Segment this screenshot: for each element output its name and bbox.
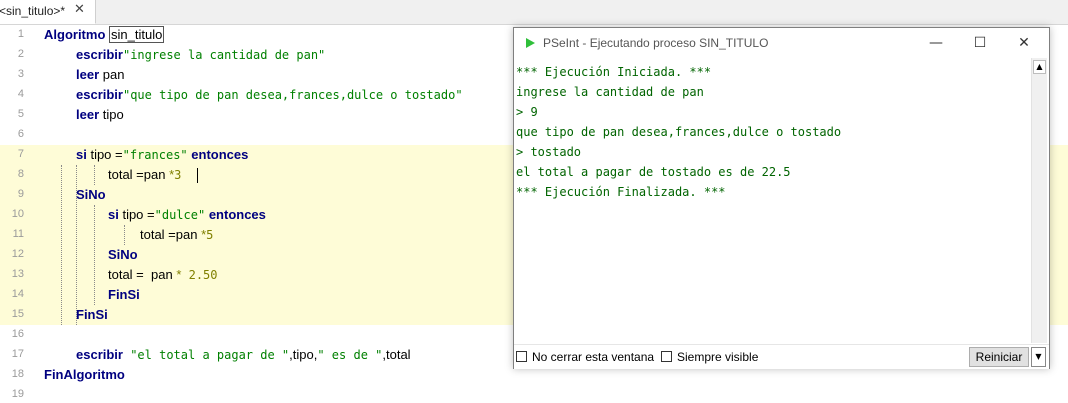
keyword: entonces [187, 147, 249, 162]
number-literal: 3 [174, 168, 182, 182]
keyword: escribir [76, 347, 123, 362]
identifier: tipo = [118, 207, 155, 222]
minimize-icon[interactable]: — [914, 31, 958, 55]
tab-sin-titulo[interactable]: <sin_titulo>* ✕ [0, 0, 96, 24]
identifier: tipo [99, 107, 124, 122]
keyword: Algoritmo [44, 27, 106, 42]
scroll-thumb[interactable] [1034, 75, 1045, 343]
string-literal: "el total a pagar de " [122, 348, 290, 362]
tab-close-icon[interactable]: ✕ [74, 2, 85, 17]
line-number: 19 [11, 388, 24, 400]
string-literal: "ingrese la cantidad de pan" [122, 48, 326, 62]
keyword: FinSi [76, 307, 108, 322]
number-literal: 5 [206, 228, 214, 242]
keyword: escribir [76, 87, 123, 102]
identifier: pan [99, 67, 125, 82]
keyword: SiNo [76, 187, 106, 202]
window-title: PSeInt - Ejecutando proceso SIN_TITULO [543, 36, 769, 50]
string-literal: "frances" [122, 148, 188, 162]
number-literal: 2.50 [181, 268, 218, 282]
keyword: SiNo [108, 247, 138, 262]
siempre-visible-checkbox[interactable] [661, 351, 672, 362]
no-cerrar-label: No cerrar esta ventana [532, 350, 655, 364]
line-number: 6 [17, 128, 24, 140]
line-number: 16 [11, 328, 24, 340]
reiniciar-button[interactable]: Reiniciar [969, 347, 1029, 367]
keyword: si [108, 207, 119, 222]
string-literal: "dulce" [154, 208, 206, 222]
identifier: total =pan [140, 227, 202, 242]
window-title-bar[interactable]: PSeInt - Ejecutando proceso SIN_TITULO —… [514, 28, 1049, 58]
tab-bar: <sin_titulo>* ✕ [0, 0, 1068, 25]
console-line: *** Ejecución Iniciada. *** [516, 65, 712, 79]
identifier: ,tipo, [289, 347, 318, 362]
identifier: tipo = [86, 147, 123, 162]
window-bottom-bar: No cerrar esta ventana Siempre visible R… [514, 344, 1049, 369]
identifier: total = pan [108, 267, 177, 282]
console-line: *** Ejecución Finalizada. *** [516, 185, 726, 199]
keyword: leer [76, 67, 100, 82]
no-cerrar-checkbox[interactable] [516, 351, 527, 362]
console-output[interactable]: *** Ejecución Iniciada. *** ingrese la c… [515, 58, 1031, 343]
console-line: el total a pagar de tostado es de 22.5 [516, 165, 791, 179]
keyword: escribir [76, 47, 123, 62]
close-icon[interactable]: ✕ [1002, 31, 1046, 55]
console-line: > tostado [516, 145, 582, 159]
pseint-logo-icon [526, 38, 535, 48]
keyword: FinSi [108, 287, 140, 302]
keyword: FinAlgoritmo [44, 367, 125, 382]
scroll-up-icon[interactable]: ▲ [1033, 60, 1046, 74]
console-line: que tipo de pan desea,frances,dulce o to… [516, 125, 842, 139]
keyword: leer [76, 107, 100, 122]
identifier: total =pan [108, 167, 170, 182]
string-literal: "que tipo de pan desea,frances,dulce o t… [122, 88, 463, 102]
keyword: si [76, 147, 87, 162]
maximize-icon[interactable]: ☐ [958, 31, 1002, 55]
algorithm-name: sin_titulo [109, 26, 165, 43]
execution-window: PSeInt - Ejecutando proceso SIN_TITULO —… [513, 27, 1050, 369]
vertical-scrollbar[interactable]: ▲ [1031, 58, 1047, 343]
string-literal: " es de " [317, 348, 383, 362]
keyword: entonces [205, 207, 266, 222]
identifier: ,total [382, 347, 411, 362]
console-line: ingrese la cantidad de pan [516, 85, 704, 99]
siempre-visible-label: Siempre visible [677, 350, 759, 364]
tab-label: <sin_titulo>* [0, 4, 66, 18]
console-line: > 9 [516, 105, 538, 119]
dropdown-arrow-icon[interactable]: ▼ [1031, 347, 1046, 367]
